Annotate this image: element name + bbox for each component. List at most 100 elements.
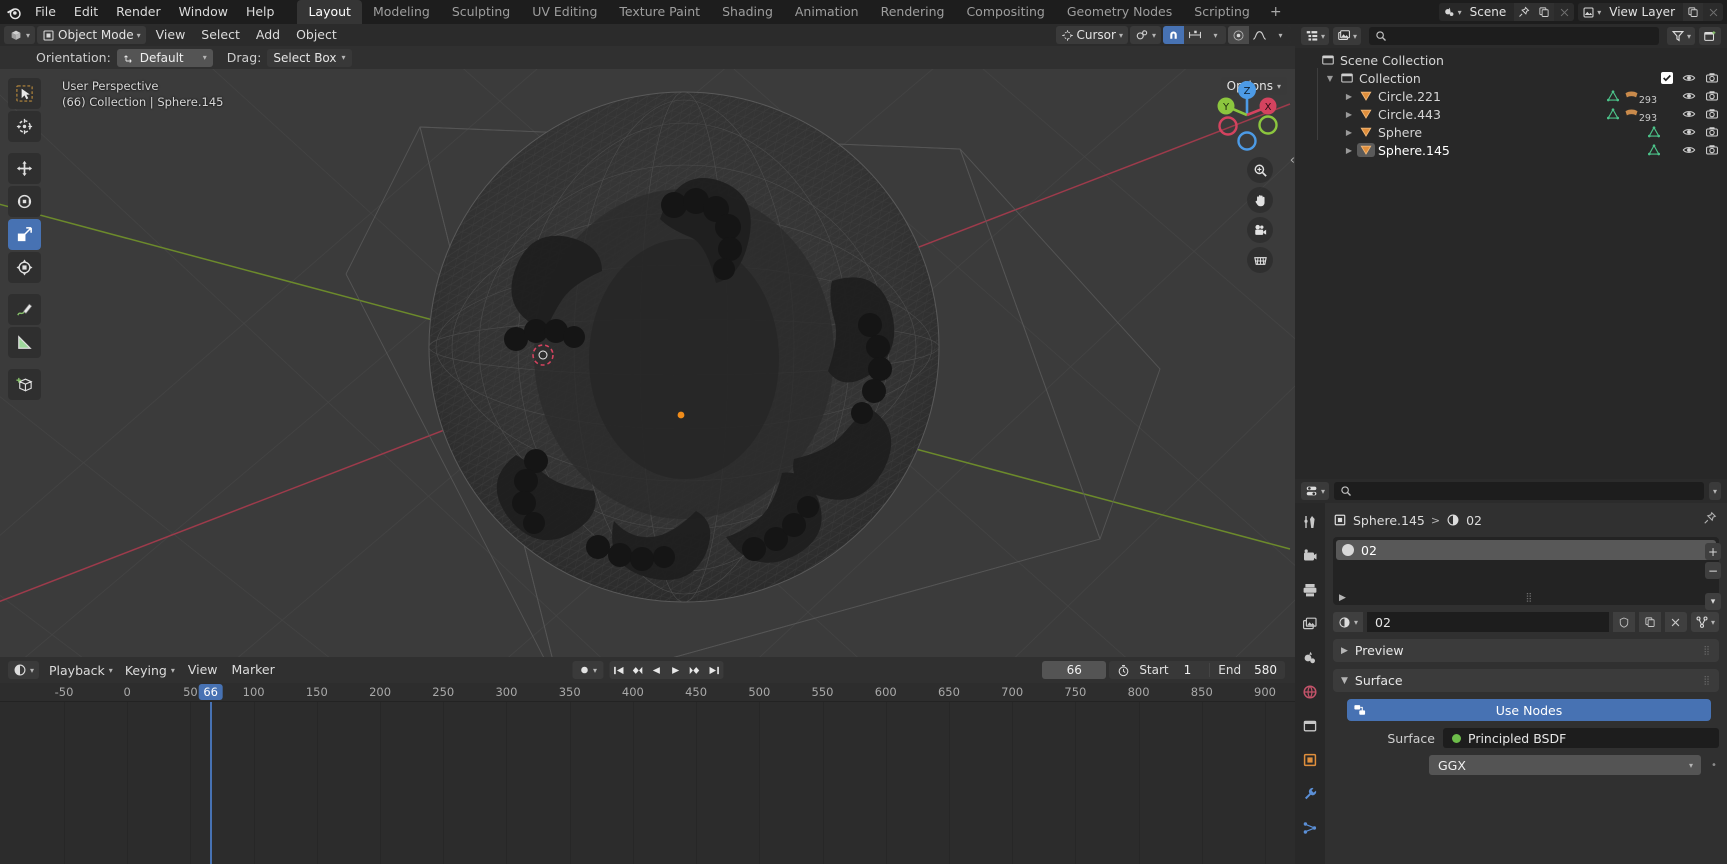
viewport-menu-add[interactable]: Add — [248, 26, 288, 44]
viewport-menu-view[interactable]: View — [148, 26, 194, 44]
orientation-dropdown[interactable]: Default ▾ — [116, 48, 213, 67]
scene-name[interactable]: Scene — [1466, 3, 1515, 21]
transform-pivot-selector[interactable]: Cursor ▾ — [1055, 26, 1128, 44]
add-workspace-button[interactable]: + — [1261, 0, 1291, 24]
add-cube-tool[interactable] — [8, 369, 41, 400]
rotate-tool[interactable] — [8, 186, 41, 217]
properties-tab-world[interactable] — [1298, 681, 1322, 703]
timeline-playhead-label[interactable]: 66 — [198, 684, 223, 700]
close-x-icon[interactable] — [1703, 3, 1723, 21]
mesh-data-icon[interactable] — [1606, 89, 1620, 103]
workspace-tab-animation[interactable]: Animation — [784, 0, 870, 24]
material-data-icon[interactable] — [1624, 90, 1639, 102]
remove-material-slot-button[interactable]: − — [1705, 562, 1721, 579]
blender-logo-icon[interactable] — [0, 0, 26, 24]
disable-in-renders-camera-icon[interactable] — [1705, 125, 1719, 139]
falloff-smooth-icon[interactable] — [1249, 26, 1270, 44]
workspace-tab-shading[interactable]: Shading — [711, 0, 784, 24]
end-value[interactable]: 580 — [1254, 663, 1277, 677]
chevron-right-icon[interactable]: ▶ — [1341, 92, 1357, 101]
properties-tab-render[interactable] — [1298, 545, 1322, 567]
disable-in-renders-camera-icon[interactable] — [1705, 107, 1719, 121]
outliner-row-circle-443[interactable]: ▶ Circle.443 293 — [1295, 105, 1727, 124]
node-tree-icon[interactable]: ▾ — [1690, 612, 1719, 632]
jump-to-start-icon[interactable] — [609, 661, 628, 679]
topbar-menu-window[interactable]: Window — [170, 0, 237, 24]
workspace-tab-texture-paint[interactable]: Texture Paint — [608, 0, 711, 24]
play-icon[interactable] — [666, 661, 685, 679]
viewport-menu-object[interactable]: Object — [288, 26, 345, 44]
measure-tool[interactable] — [8, 327, 41, 358]
timeline-editor-icon[interactable]: ▾ — [8, 661, 40, 679]
use-nodes-button[interactable]: Use Nodes — [1347, 699, 1711, 721]
chevron-right-icon[interactable]: ▶ — [1339, 593, 1346, 603]
mesh-data-icon[interactable] — [1647, 125, 1661, 139]
object-mode-selector[interactable]: Object Mode ▾ — [37, 26, 146, 44]
outliner-row-sphere-145[interactable]: ▶ Sphere.145 — [1295, 141, 1727, 159]
mesh-data-icon[interactable] — [1647, 143, 1661, 157]
transform-tool[interactable] — [8, 252, 41, 283]
timeline-playhead-line[interactable] — [209, 702, 212, 864]
panel-surface[interactable]: ▼ Surface ⣿ — [1333, 669, 1719, 692]
pin-icon[interactable] — [1514, 3, 1535, 21]
jump-to-end-icon[interactable] — [704, 661, 723, 679]
3d-viewport[interactable]: User Perspective (66) Collection | Spher… — [0, 69, 1295, 657]
snap-increment-icon[interactable] — [1184, 26, 1205, 44]
properties-tab-tool[interactable] — [1298, 511, 1322, 533]
properties-tab-particles[interactable] — [1298, 817, 1322, 839]
timeline-ruler[interactable]: -50 0 50 100 150 200 250 300 350 400 450 500 550 600 6… — [0, 683, 1295, 702]
material-name-field[interactable]: 02 — [1367, 612, 1609, 632]
material-slot-specials-button[interactable]: ▾ — [1705, 593, 1721, 610]
timeline-menu-keying[interactable]: Keying ▾ — [119, 661, 181, 679]
outliner-row-collection[interactable]: ▼ Collection — [1295, 69, 1727, 87]
resize-grip[interactable]: ⣿ — [1526, 593, 1534, 603]
current-frame-field[interactable]: 66 — [1042, 661, 1107, 679]
view-layer-icon[interactable]: ▾ — [1578, 3, 1606, 21]
workspace-tab-geometry-nodes[interactable]: Geometry Nodes — [1056, 0, 1183, 24]
timeline-body[interactable] — [0, 702, 1295, 864]
disable-in-renders-camera-icon[interactable] — [1705, 89, 1719, 103]
timeline-menu-playback[interactable]: Playback ▾ — [43, 661, 119, 679]
properties-tab-collection[interactable] — [1298, 715, 1322, 737]
outliner-row-scene-collection[interactable]: Scene Collection — [1295, 51, 1727, 69]
chevron-down-icon[interactable]: ▼ — [1322, 74, 1338, 83]
properties-tab-scene[interactable] — [1298, 647, 1322, 669]
outliner-display-mode-icon[interactable]: ▾ — [1301, 27, 1330, 45]
scale-tool[interactable] — [8, 219, 41, 250]
collection-enabled-checkbox[interactable] — [1661, 72, 1673, 84]
outliner-search-input[interactable] — [1369, 27, 1659, 45]
hide-in-viewport-eye-icon[interactable] — [1682, 89, 1696, 103]
topbar-menu-render[interactable]: Render — [107, 0, 170, 24]
outliner-search-field[interactable] — [1392, 29, 1653, 43]
disable-in-renders-camera-icon[interactable] — [1705, 71, 1719, 85]
shield-fake-user-icon[interactable] — [1612, 612, 1635, 632]
workspace-tab-layout[interactable]: Layout — [297, 0, 362, 24]
panel-preview[interactable]: ▶ Preview ⣿ — [1333, 639, 1719, 662]
surface-shader-dropdown[interactable]: Principled BSDF — [1443, 728, 1719, 748]
properties-search-field[interactable] — [1357, 484, 1698, 498]
drag-dropdown[interactable]: Select Box ▾ — [267, 48, 352, 67]
workspace-tab-scripting[interactable]: Scripting — [1183, 0, 1261, 24]
timeline-menu-marker[interactable]: Marker — [225, 661, 282, 679]
next-keyframe-icon[interactable] — [685, 661, 704, 679]
chevron-right-icon[interactable]: ▶ — [1341, 110, 1357, 119]
view-layer-name[interactable]: View Layer — [1605, 3, 1683, 21]
chevron-down-icon[interactable]: ▾ — [1270, 26, 1291, 44]
chevron-down-icon[interactable]: ▾ — [1205, 26, 1226, 44]
properties-editor-icon[interactable]: ▾ — [1301, 482, 1330, 500]
prev-keyframe-icon[interactable] — [628, 661, 647, 679]
topbar-menu-file[interactable]: File — [26, 0, 65, 24]
panel-drag-dots[interactable]: ⣿ — [1703, 646, 1711, 656]
view-layer-selector[interactable]: ▾ View Layer — [1578, 3, 1723, 21]
auto-keying-toggle[interactable]: ▾ — [571, 661, 604, 679]
close-x-icon[interactable] — [1554, 3, 1575, 21]
snap-magnet-icon[interactable] — [1163, 26, 1184, 44]
properties-search-input[interactable] — [1334, 482, 1704, 500]
outliner-row-sphere[interactable]: ▶ Sphere — [1295, 123, 1727, 141]
close-x-icon[interactable] — [1664, 612, 1687, 632]
chevron-right-icon[interactable]: ▶ — [1341, 128, 1357, 137]
material-slot-list[interactable]: 02 ▶ ⣿ + − ▾ — [1333, 537, 1721, 610]
hide-in-viewport-eye-icon[interactable] — [1682, 125, 1696, 139]
move-tool[interactable] — [8, 153, 41, 184]
camera-icon[interactable] — [1247, 217, 1273, 243]
